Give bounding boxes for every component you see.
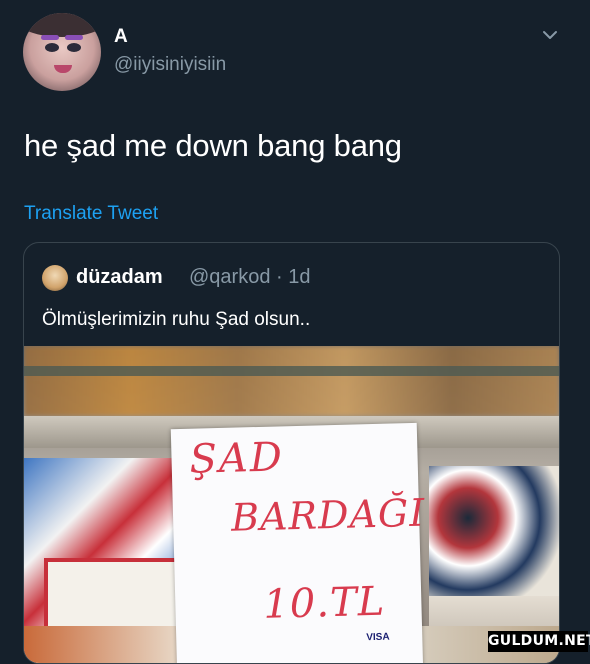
chevron-down-icon[interactable] xyxy=(541,26,559,44)
author-avatar[interactable] xyxy=(23,13,101,91)
quoted-tweet-text: Ölmüşlerimizin ruhu Şad olsun.. xyxy=(42,309,311,330)
quoted-author-avatar[interactable] xyxy=(42,265,68,291)
author-name[interactable]: A xyxy=(114,26,128,48)
avatar-brow-right xyxy=(65,35,83,40)
tweet-text: he şad me down bang bang xyxy=(24,128,402,163)
quoted-tweet-card[interactable]: düzadam @qarkod · 1d Ölmüşlerimizin ruhu… xyxy=(23,242,560,664)
photo-ceramic-pots xyxy=(429,466,559,596)
site-watermark: GULDUM.NET xyxy=(488,631,590,652)
sign-line-3: 10.TL xyxy=(262,578,386,628)
sign-line-2: BARDAĞI xyxy=(230,490,426,540)
price-sign: ŞAD BARDAĞI 10.TL VISA xyxy=(170,422,426,663)
author-handle[interactable]: @iiyisiniyisiin xyxy=(114,54,226,76)
previous-tweet-fragment xyxy=(0,0,590,8)
quoted-author-name[interactable]: düzadam xyxy=(76,266,163,289)
quoted-tweet-photo[interactable]: ŞAD BARDAĞI 10.TL VISA xyxy=(24,346,559,663)
visa-logo: VISA xyxy=(366,631,390,644)
quoted-author-handle[interactable]: @qarkod · 1d xyxy=(189,266,310,289)
avatar-hair xyxy=(23,13,101,37)
avatar-eye-left xyxy=(45,43,59,52)
photo-shelf xyxy=(24,346,559,416)
avatar-brow-left xyxy=(41,35,59,40)
photo-shelf-rail xyxy=(24,366,559,376)
avatar-eye-right xyxy=(67,43,81,52)
translate-tweet-link[interactable]: Translate Tweet xyxy=(24,203,158,225)
sign-line-1: ŞAD xyxy=(188,434,285,483)
avatar-mouth xyxy=(54,65,72,73)
